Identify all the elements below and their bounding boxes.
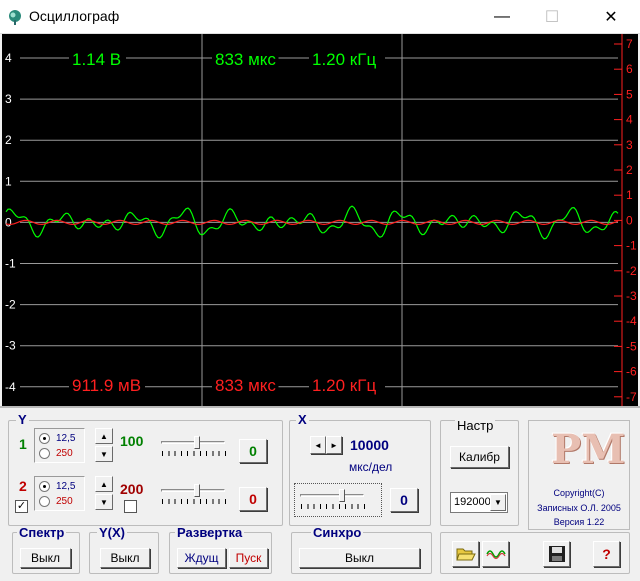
right-axis-label: -5 (626, 339, 637, 353)
right-axis-label: -3 (626, 289, 637, 303)
yx-group-label: Y(X) (97, 525, 127, 540)
x-offset-slider[interactable] (300, 489, 366, 511)
channel-2-enable-checkbox[interactable]: ✓ (15, 500, 28, 513)
channel-1-scale-spinner[interactable]: ▲ ▼ (95, 428, 113, 463)
channel-1-zero-button[interactable]: 0 (239, 439, 267, 463)
bottom-readout-amplitude: 911.9 мВ (72, 376, 141, 395)
channel-2-invert-checkbox[interactable] (124, 500, 137, 513)
right-axis-label: -6 (626, 365, 637, 379)
ch1-range-option[interactable]: 250 (39, 448, 73, 459)
help-button[interactable]: ? (593, 541, 620, 567)
right-axis-label: -7 (626, 390, 637, 404)
left-axis-label: 3 (5, 92, 12, 106)
left-axis-label: 4 (5, 51, 12, 65)
timebase-value: 10000 (350, 437, 389, 453)
pm-logo: PM (551, 426, 626, 473)
oscilloscope-screen[interactable]: 7 6 5 4 3 2 1 0 -1 -2 -3 -4 -5 -6 -7 4 3 2 1 0 -1 -2 -3 -4 1.14 … (2, 34, 638, 406)
right-axis-label: 4 (626, 113, 633, 127)
ch2-range-option[interactable]: 250 (39, 496, 73, 507)
channel-2-scale-spinner[interactable]: ▲ ▼ (95, 476, 113, 511)
spectrum-group-label: Спектр (17, 525, 67, 540)
scope-canvas: 7 6 5 4 3 2 1 0 -1 -2 -3 -4 -5 -6 -7 4 3 2 1 0 -1 -2 -3 -4 1.14 … (5, 34, 637, 406)
waveform-icon (485, 550, 506, 560)
about-logo-box: PM Copyright(C) Записных О.Л. 2005 Верси… (528, 420, 630, 530)
maximize-button[interactable]: ☐ (529, 0, 575, 34)
left-axis-label: -2 (5, 298, 16, 312)
yx-button[interactable]: Выкл (100, 548, 150, 568)
channel-1-scale: 100 (120, 433, 144, 449)
channel-1-offset-slider[interactable] (161, 436, 227, 458)
sync-group-label: Синхро (311, 525, 364, 540)
right-axis-label: -1 (626, 239, 637, 253)
save-disk-icon (548, 546, 565, 562)
setup-group-label: Настр (455, 418, 496, 433)
sweep-group-label: Развертка (175, 525, 245, 540)
channel-2-range: 12,5 250 (34, 476, 85, 511)
control-panel: Y 1 12,5 250 ▲ ▼ 100 0 2 ✓ 12,5 250 ▲ ▼ (0, 406, 640, 581)
version-text: Версия 1.22 (553, 517, 605, 527)
app-icon (9, 10, 21, 25)
left-axis-label: 1 (5, 174, 12, 188)
author-text: Записных О.Л. 2005 (537, 503, 621, 513)
close-button[interactable]: ✕ (588, 0, 634, 34)
ch2-range-option[interactable]: 12,5 (39, 481, 75, 492)
left-axis-label: -4 (5, 380, 16, 394)
spin-down-icon[interactable]: ▼ (95, 446, 113, 462)
spin-up-icon[interactable]: ▲ (95, 476, 113, 492)
bottom-readout-frequency: 1.20 кГц (312, 376, 376, 395)
sample-rate-select[interactable]: 192000 ▼ (450, 492, 508, 513)
right-axis-label: 5 (626, 87, 633, 101)
title-bar: Осциллограф — ☐ ✕ (0, 0, 640, 34)
x-group-label: X (296, 412, 309, 427)
left-axis-label: -1 (5, 257, 16, 271)
channel-1-range: 12,5 250 (34, 428, 85, 463)
spectrum-button[interactable]: Выкл (20, 548, 71, 568)
timebase-right-icon[interactable]: ► (326, 436, 342, 454)
sweep-wait-button[interactable]: Ждущ (177, 548, 226, 568)
chevron-down-icon: ▼ (490, 494, 506, 511)
sync-button[interactable]: Выкл (299, 548, 420, 568)
save-button[interactable] (543, 541, 570, 567)
spin-up-icon[interactable]: ▲ (95, 428, 113, 444)
timebase-left-icon[interactable]: ◄ (310, 436, 326, 454)
spin-down-icon[interactable]: ▼ (95, 494, 113, 510)
left-axis-label: 0 (5, 215, 12, 229)
right-axis-label: -4 (626, 314, 637, 328)
copyright-text: Copyright(C) (553, 488, 605, 498)
bottom-readout-period: 833 мкс (215, 376, 276, 395)
channel-2-zero-button[interactable]: 0 (239, 487, 267, 511)
timebase-unit: мкс/дел (349, 460, 393, 474)
channel-2-scale: 200 (120, 481, 144, 497)
left-axis-label: 2 (5, 133, 12, 147)
top-readout-frequency: 1.20 кГц (312, 50, 376, 69)
x-zero-button[interactable]: 0 (390, 488, 418, 512)
open-folder-icon (455, 548, 476, 561)
calibrate-button[interactable]: Калибр (450, 446, 509, 468)
right-axis-label: 1 (626, 188, 633, 202)
left-axis-label: -3 (5, 339, 16, 353)
channel-1-label: 1 (19, 436, 27, 452)
radio-icon (39, 496, 50, 507)
minimize-button[interactable]: — (479, 0, 525, 34)
radio-icon (39, 448, 50, 459)
window-title: Осциллограф (29, 8, 120, 24)
open-folder-button[interactable] (452, 541, 479, 567)
waveform-button[interactable] (482, 541, 509, 567)
radio-icon (39, 433, 50, 444)
right-axis-label: -2 (626, 264, 637, 278)
right-axis-label: 7 (626, 37, 633, 51)
top-readout-amplitude: 1.14 В (72, 50, 121, 69)
channel-2-offset-slider[interactable] (161, 484, 227, 506)
sweep-start-button[interactable]: Пуск (229, 548, 268, 568)
right-axis-label: 6 (626, 62, 633, 76)
right-axis-label: 3 (626, 138, 633, 152)
y-group-label: Y (16, 412, 29, 427)
right-axis-label: 0 (626, 213, 633, 227)
radio-icon (39, 481, 50, 492)
ch1-range-option[interactable]: 12,5 (39, 433, 75, 444)
top-readout-period: 833 мкс (215, 50, 276, 69)
right-axis-label: 2 (626, 163, 633, 177)
channel-2-label: 2 (19, 478, 27, 494)
